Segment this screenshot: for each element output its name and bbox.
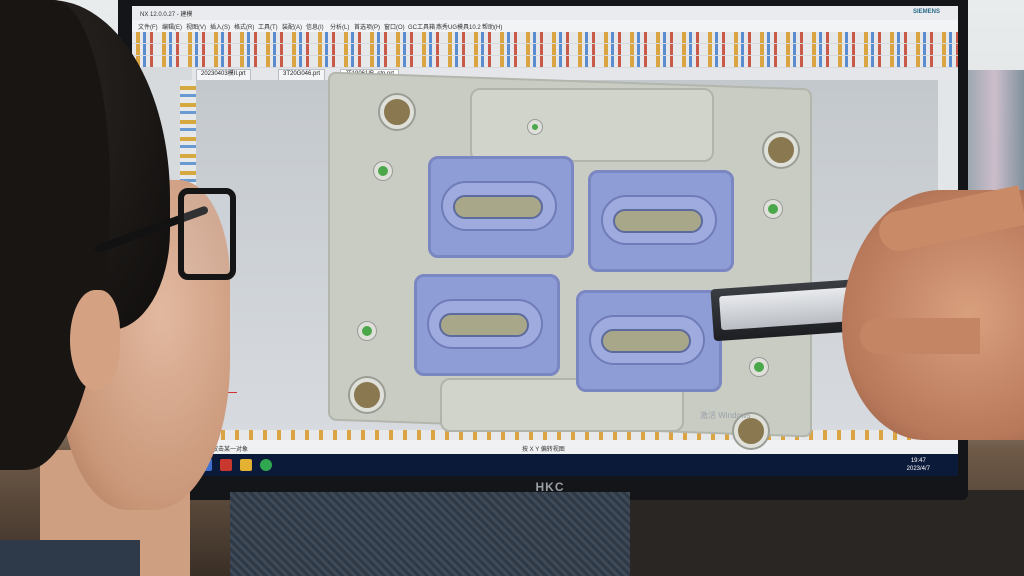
- menu-yanxiu[interactable]: 燕秀UG模具10.2: [436, 22, 481, 31]
- person-collar: [0, 540, 140, 576]
- menu-edit[interactable]: 编辑(E): [162, 22, 182, 31]
- holding-finger: [860, 318, 980, 354]
- system-clock[interactable]: 19:47 2023/4/7: [907, 457, 930, 473]
- title-bar: NX 12.0.0.27 - 建模 SIEMENS: [132, 6, 958, 20]
- menu-format[interactable]: 格式(R): [234, 22, 254, 31]
- shelf-objects: [965, 70, 1024, 200]
- wechat-icon[interactable]: [260, 459, 272, 471]
- toolbar-row-1[interactable]: [132, 32, 958, 43]
- ejector-pin: [764, 200, 782, 218]
- windows-activation-watermark: 激活 Windows: [700, 411, 751, 420]
- menu-view[interactable]: 视图(V): [186, 22, 206, 31]
- windows-taskbar: 19:47 2023/4/7: [132, 454, 958, 476]
- menu-insert[interactable]: 插入(S): [210, 22, 230, 31]
- mold-cavity: [414, 274, 560, 376]
- clock-time: 19:47: [910, 458, 926, 464]
- menu-bar: 文件(F) 编辑(E) 视图(V) 插入(S) 格式(R) 工具(T) 装配(A…: [132, 20, 958, 32]
- cavity-slot: [439, 313, 529, 337]
- siemens-logo: SIEMENS: [912, 9, 940, 15]
- ejector-pin: [528, 120, 542, 134]
- chair-back: [230, 492, 630, 576]
- guide-bushing-hole: [764, 133, 798, 167]
- desk: [620, 490, 1024, 576]
- glasses-lens: [178, 188, 236, 280]
- mold-cavity: [576, 290, 722, 392]
- ejector-pin: [358, 322, 376, 340]
- view-name: 按 X Y 偏转视图: [522, 447, 565, 453]
- menu-analysis[interactable]: 分析(L): [330, 22, 349, 31]
- ejector-pin: [374, 162, 392, 180]
- menu-tools[interactable]: 工具(T): [258, 22, 278, 31]
- menu-preferences[interactable]: 首选项(P): [354, 22, 380, 31]
- guide-bushing-hole: [350, 378, 384, 412]
- cavity-slot: [453, 195, 543, 219]
- cavity-slot: [601, 329, 691, 353]
- wps-icon[interactable]: [220, 459, 232, 471]
- guide-bushing-hole: [380, 95, 414, 129]
- menu-info[interactable]: 信息(I): [306, 22, 324, 31]
- menu-window[interactable]: 窗口(O): [384, 22, 405, 31]
- mold-cavity: [588, 170, 734, 272]
- folder-icon[interactable]: [240, 459, 252, 471]
- monitor-brand: HKC: [535, 480, 565, 494]
- person-ear: [70, 290, 120, 390]
- mold-cavity: [428, 156, 574, 258]
- ejector-pin: [750, 358, 768, 376]
- menu-file[interactable]: 文件(F): [138, 22, 158, 31]
- toolbar-row-3[interactable]: [132, 56, 958, 67]
- status-bar: 选择对象并使用 MB3，或者双击某一对象 按 X Y 偏转视图: [132, 440, 958, 454]
- menu-assembly[interactable]: 装配(A): [282, 22, 302, 31]
- toolbar-row-2[interactable]: [132, 44, 958, 55]
- cavity-slot: [613, 209, 703, 233]
- clock-date: 2023/4/7: [906, 466, 930, 472]
- app-title: NX 12.0.0.27 - 建模: [140, 12, 193, 18]
- menu-help[interactable]: 帮助(H): [482, 22, 502, 31]
- menu-gc-toolbox[interactable]: GC工具箱: [408, 22, 435, 31]
- document-tabs: 20230403模II.prt 3T20G046.prt JT19061IB_s…: [192, 68, 958, 81]
- mold-plate-top-pocket: [470, 88, 714, 162]
